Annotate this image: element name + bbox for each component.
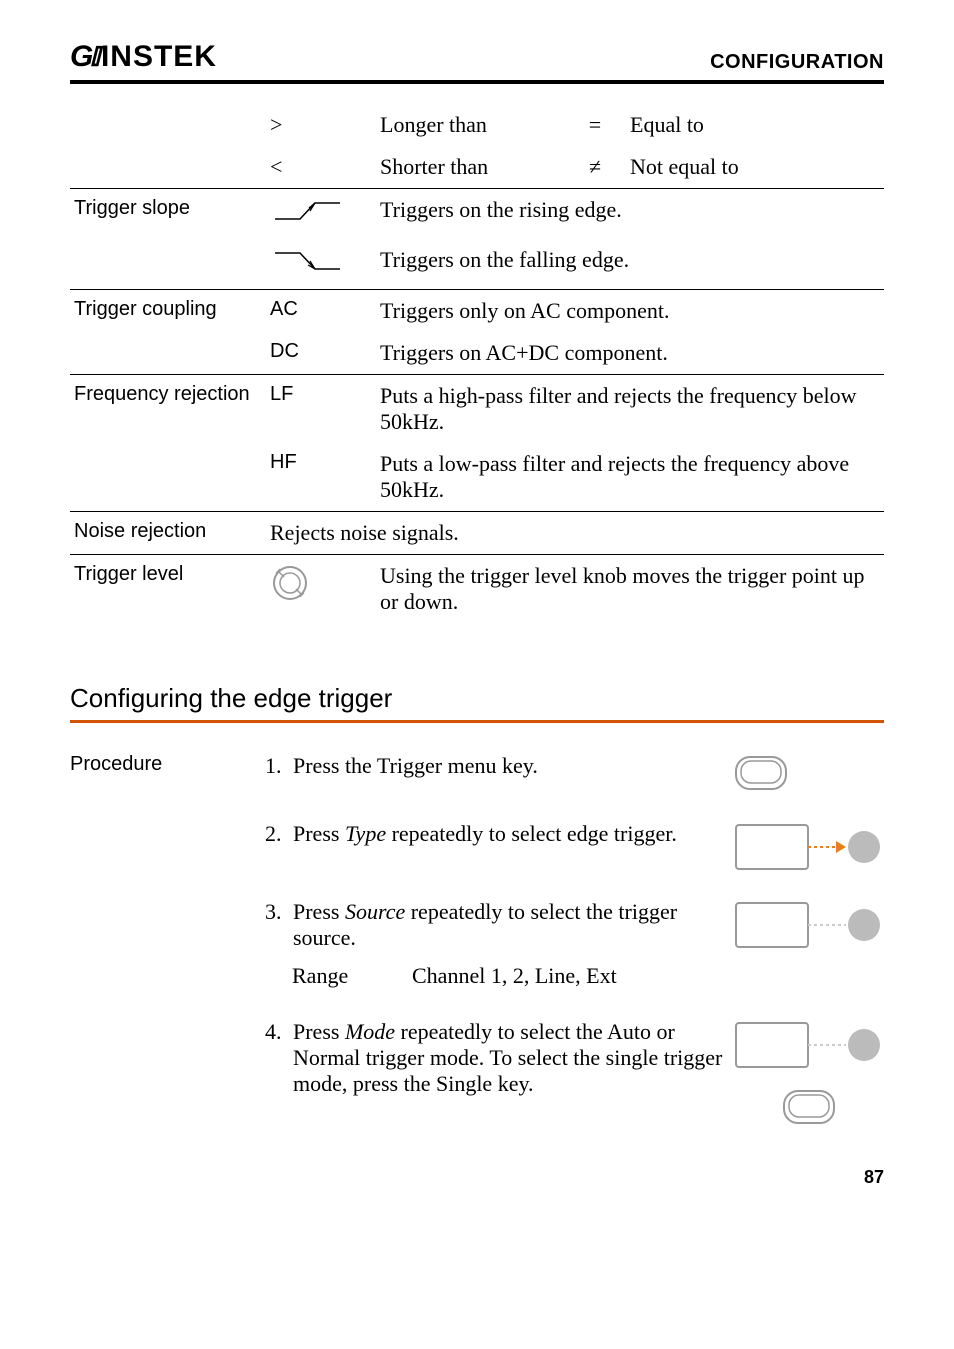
operator-symbol: <: [270, 154, 380, 180]
operators-table: > Longer than = Equal to < Shorter than …: [70, 104, 884, 189]
step-text: Press Mode repeatedly to select the Auto…: [293, 1019, 734, 1097]
step-text: Press the Trigger menu key.: [293, 753, 734, 779]
freq-code: LF: [270, 383, 380, 406]
range-value: Channel 1, 2, Line, Ext: [412, 963, 884, 989]
trigger-slope-section: Trigger slope Triggers on the rising edg…: [70, 189, 884, 290]
range-label: Range: [292, 963, 412, 989]
level-desc: Using the trigger level knob moves the t…: [380, 563, 884, 615]
freq-code: HF: [270, 451, 380, 474]
coupling-code: DC: [270, 340, 380, 363]
trigger-coupling-section: Trigger coupling AC Triggers only on AC …: [70, 290, 884, 375]
procedure-step: Procedure 1. Press the Trigger menu key.: [70, 753, 884, 793]
slope-desc: Triggers on the rising edge.: [380, 197, 884, 223]
range-row: Range Channel 1, 2, Line, Ext: [292, 963, 884, 989]
step-number: 3.: [265, 899, 293, 925]
operator-symbol: >: [270, 112, 380, 138]
freq-desc: Puts a low-pass filter and rejects the f…: [380, 451, 884, 503]
noise-desc: Rejects noise signals.: [270, 520, 884, 546]
knob-icon: [270, 563, 380, 609]
coupling-code: AC: [270, 298, 380, 321]
step-text: Press Source repeatedly to select the tr…: [293, 899, 734, 951]
step-number: 1.: [265, 753, 293, 779]
step-number: 2.: [265, 821, 293, 847]
step-number: 4.: [265, 1019, 293, 1045]
noise-rejection-section: Noise rejection Rejects noise signals.: [70, 512, 884, 555]
section-label: Frequency rejection: [70, 383, 270, 406]
step4-icons: [734, 1019, 884, 1127]
operator-symbol: =: [560, 112, 630, 138]
coupling-desc: Triggers only on AC component.: [380, 298, 884, 324]
section-label: Trigger slope: [70, 197, 270, 220]
header-divider: [70, 80, 884, 84]
coupling-desc: Triggers on AC+DC component.: [380, 340, 884, 366]
section-divider: [70, 720, 884, 723]
softkey-icon: [734, 1021, 884, 1069]
chapter-title: CONFIGURATION: [710, 51, 884, 74]
section-heading: Configuring the edge trigger: [70, 683, 884, 714]
operator-meaning: Shorter than: [380, 154, 560, 180]
trigger-level-section: Trigger level Using the trigger level kn…: [70, 555, 884, 623]
section-label: Trigger coupling: [70, 298, 270, 321]
falling-edge-icon: [270, 247, 380, 281]
slope-desc: Triggers on the falling edge.: [380, 247, 884, 273]
brand-logo: G⫾INSTEK: [70, 40, 217, 74]
step-text: Press Type repeatedly to select edge tri…: [293, 821, 734, 847]
page-number: 87: [70, 1167, 884, 1188]
softkey-icon: [734, 899, 884, 949]
operator-meaning: Longer than: [380, 112, 560, 138]
procedure-step: 4. Press Mode repeatedly to select the A…: [70, 1019, 884, 1127]
hard-key-icon: [734, 753, 884, 793]
operator-symbol: ≠: [560, 154, 630, 180]
operator-meaning: Not equal to: [630, 154, 884, 180]
softkey-arrow-icon: [734, 821, 884, 871]
freq-desc: Puts a high-pass filter and rejects the …: [380, 383, 884, 435]
frequency-rejection-section: Frequency rejection LF Puts a high-pass …: [70, 375, 884, 512]
section-label: Trigger level: [70, 563, 270, 586]
page-header: G⫾INSTEK CONFIGURATION: [70, 40, 884, 80]
procedure-step: 3. Press Source repeatedly to select the…: [70, 899, 884, 951]
operator-meaning: Equal to: [630, 112, 884, 138]
procedure-label: Procedure: [70, 753, 265, 776]
rising-edge-icon: [270, 197, 380, 231]
hard-key-icon: [782, 1089, 837, 1127]
procedure-step: 2. Press Type repeatedly to select edge …: [70, 821, 884, 871]
section-label: Noise rejection: [70, 520, 270, 543]
